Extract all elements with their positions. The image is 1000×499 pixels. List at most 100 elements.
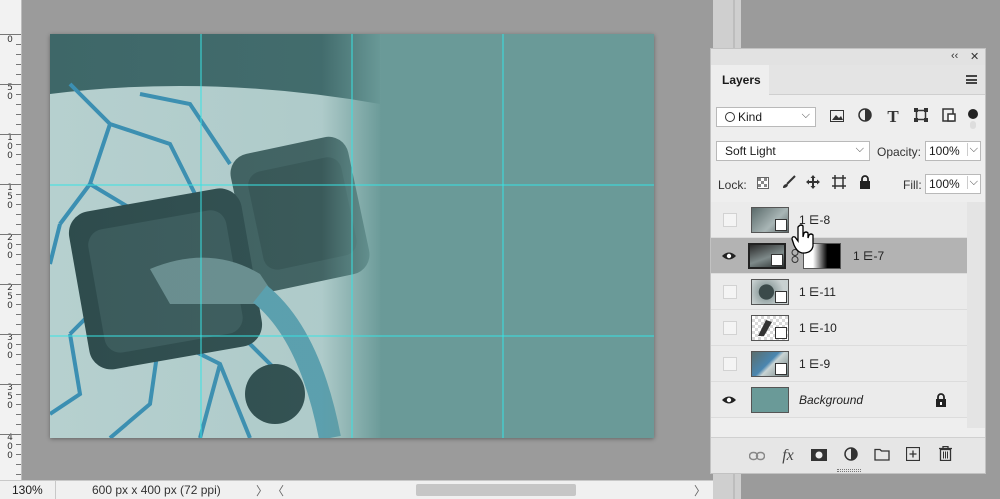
ruler-label: 4 0 0 bbox=[7, 433, 13, 461]
ruler-tick bbox=[16, 154, 21, 155]
tab-layers[interactable]: Layers bbox=[711, 65, 769, 95]
layers-scrollbar[interactable] bbox=[967, 202, 985, 428]
visibility-toggle-empty[interactable] bbox=[723, 321, 737, 335]
blend-row: Soft Light ⌵ Opacity: 100% ⌵ bbox=[711, 141, 985, 165]
lock-label: Lock: bbox=[718, 178, 747, 192]
ruler-tick bbox=[0, 284, 21, 285]
lock-icon[interactable] bbox=[935, 393, 947, 410]
ruler-tick bbox=[16, 224, 21, 225]
document-info[interactable]: 600 px x 400 px (72 ppi) bbox=[92, 483, 221, 497]
filter-toggle-track bbox=[970, 121, 976, 129]
chevron-down-icon[interactable]: ⌵ bbox=[966, 176, 978, 189]
lock-position-move-icon[interactable] bbox=[803, 174, 823, 194]
chevron-down-icon: ⌵ bbox=[855, 143, 864, 155]
visibility-toggle-empty[interactable] bbox=[723, 213, 737, 227]
fill-field[interactable]: 100% ⌵ bbox=[925, 174, 981, 194]
new-layer-icon[interactable] bbox=[903, 446, 923, 466]
ruler-tick bbox=[16, 194, 21, 195]
visibility-toggle-empty[interactable] bbox=[723, 285, 737, 299]
layer-row[interactable]: 1 ⋿-8 bbox=[711, 202, 967, 238]
adjustment-filter-icon[interactable] bbox=[855, 107, 875, 127]
pixel-filter-icon[interactable] bbox=[827, 107, 847, 127]
close-panel-icon[interactable]: ✕ bbox=[970, 50, 979, 63]
blend-mode-value: Soft Light bbox=[725, 144, 776, 158]
layer-row-selected[interactable]: 1 ⋿-7 bbox=[711, 224, 967, 274]
add-mask-icon[interactable] bbox=[809, 446, 829, 466]
ruler-tick bbox=[16, 354, 21, 355]
panel-resize-grip[interactable] bbox=[837, 469, 861, 472]
panel-header-bar: ‹‹ ✕ bbox=[711, 49, 985, 65]
panel-footer: fx bbox=[711, 437, 985, 473]
type-filter-icon[interactable]: T bbox=[883, 107, 903, 127]
layer-name[interactable]: 1 ⋿-11 bbox=[799, 285, 836, 299]
new-group-folder-icon[interactable] bbox=[872, 446, 892, 466]
ruler-tick bbox=[16, 204, 21, 205]
layer-row[interactable]: 1 ⋿-9 bbox=[711, 346, 967, 382]
layer-style-fx-icon[interactable]: fx bbox=[778, 446, 798, 466]
shape-filter-icon[interactable] bbox=[911, 107, 931, 127]
panel-menu-icon[interactable] bbox=[966, 75, 977, 84]
ruler-tick bbox=[16, 74, 21, 75]
eye-icon[interactable] bbox=[721, 392, 737, 408]
blend-mode-dropdown[interactable]: Soft Light ⌵ bbox=[716, 141, 870, 161]
layer-name[interactable]: Background bbox=[799, 393, 863, 407]
opacity-field[interactable]: 100% ⌵ bbox=[925, 141, 981, 161]
ruler-label: 3 0 0 bbox=[7, 333, 13, 361]
ruler-tick bbox=[16, 274, 21, 275]
ruler-label: 1 5 0 bbox=[7, 183, 13, 211]
layers-panel: ‹‹ ✕ Layers Kind ⌵ T Soft Light ⌵ Opacit… bbox=[710, 48, 986, 474]
vertical-ruler[interactable]: 0 5 0 1 0 0 1 5 0 2 0 0 2 5 0 3 0 0 3 5 … bbox=[0, 0, 22, 480]
status-bar: 130% 600 px x 400 px (72 ppi) 〉 〈 〉 bbox=[0, 480, 713, 499]
lock-transparency-icon[interactable] bbox=[753, 174, 773, 194]
chevron-down-icon[interactable]: ⌵ bbox=[966, 143, 978, 156]
layer-row[interactable]: 1 ⋿-11 bbox=[711, 274, 967, 310]
ruler-tick bbox=[16, 104, 21, 105]
ruler-tick bbox=[0, 234, 21, 235]
lock-artboard-icon[interactable] bbox=[829, 174, 849, 194]
layer-row-background[interactable]: Background bbox=[711, 382, 967, 418]
layer-name[interactable]: 1 ⋿-9 bbox=[799, 357, 830, 371]
hand-cursor-icon bbox=[791, 224, 814, 254]
ruler-tick bbox=[16, 244, 21, 245]
ruler-tick bbox=[16, 444, 21, 445]
chevron-down-icon: ⌵ bbox=[801, 109, 810, 121]
ruler-tick bbox=[0, 334, 21, 335]
filter-toggle-icon[interactable] bbox=[968, 109, 978, 119]
ruler-tick bbox=[16, 424, 21, 425]
filter-kind-dropdown[interactable]: Kind ⌵ bbox=[716, 107, 816, 127]
document-canvas[interactable] bbox=[50, 34, 654, 438]
ruler-tick bbox=[0, 184, 21, 185]
ruler-label: 2 5 0 bbox=[7, 283, 13, 311]
new-adjustment-layer-icon[interactable] bbox=[841, 446, 861, 466]
ruler-tick bbox=[16, 474, 21, 475]
layer-thumbnail bbox=[751, 279, 789, 305]
ruler-tick bbox=[16, 414, 21, 415]
opacity-label: Opacity: bbox=[877, 145, 922, 159]
filter-row: Kind ⌵ T bbox=[711, 107, 985, 131]
ruler-tick bbox=[16, 454, 21, 455]
ruler-label: 3 5 0 bbox=[7, 383, 13, 411]
layer-name[interactable]: 1 ⋿-10 bbox=[799, 321, 837, 335]
scroll-right-arrow-icon[interactable]: 〉 bbox=[694, 482, 706, 499]
lock-pixels-brush-icon[interactable] bbox=[779, 174, 799, 194]
panel-tab-row: Layers bbox=[711, 65, 985, 95]
lock-row: Lock: Fill: 100% ⌵ bbox=[711, 174, 985, 198]
ruler-tick bbox=[16, 164, 21, 165]
delete-layer-trash-icon[interactable] bbox=[935, 445, 955, 466]
link-layers-icon[interactable] bbox=[747, 446, 767, 466]
ruler-tick bbox=[16, 264, 21, 265]
collapse-panel-icon[interactable]: ‹‹ bbox=[951, 50, 958, 62]
horizontal-scrollbar-thumb[interactable] bbox=[416, 484, 576, 496]
lock-all-icon[interactable] bbox=[855, 174, 875, 194]
eye-icon[interactable] bbox=[721, 248, 737, 264]
scroll-left-arrow-icon[interactable]: 〈 bbox=[272, 482, 284, 499]
ruler-label: 1 0 0 bbox=[7, 133, 13, 161]
layer-row[interactable]: 1 ⋿-10 bbox=[711, 310, 967, 346]
chevron-right-icon[interactable]: 〉 bbox=[256, 482, 268, 499]
visibility-toggle-empty[interactable] bbox=[723, 357, 737, 371]
smart-object-badge-icon bbox=[775, 219, 787, 231]
layer-name[interactable]: 1 ⋿-7 bbox=[853, 249, 884, 263]
zoom-level-field[interactable]: 130% bbox=[0, 481, 56, 499]
smart-object-filter-icon[interactable] bbox=[939, 107, 959, 127]
layer-thumbnail bbox=[751, 315, 789, 341]
